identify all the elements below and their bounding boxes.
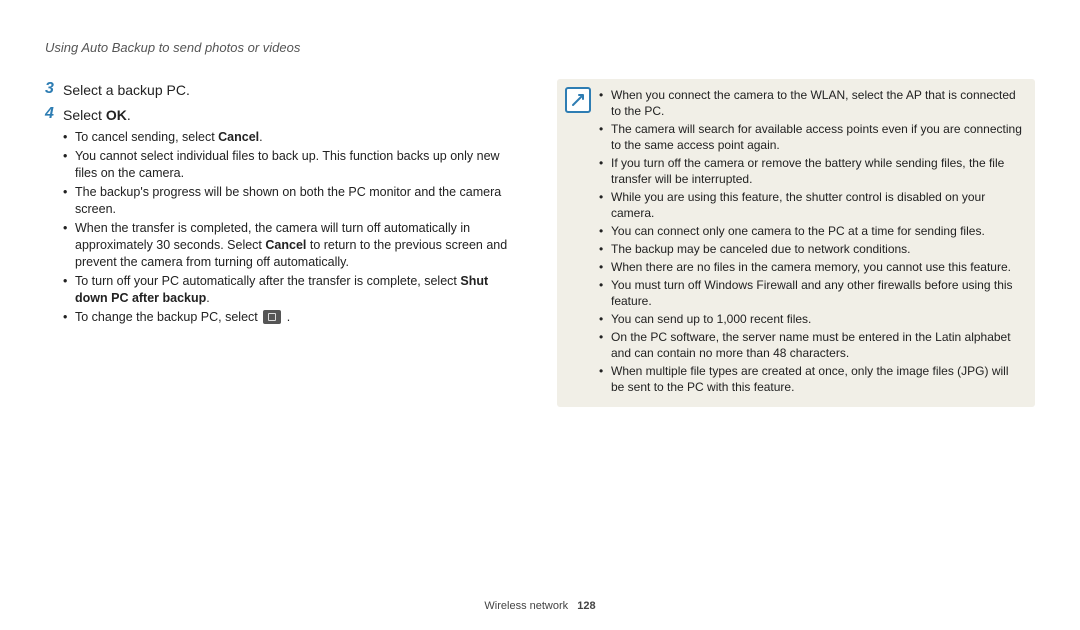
bullet-text: The backup's progress will be shown on b… [75, 185, 501, 216]
note-item: You can connect only one camera to the P… [599, 223, 1023, 239]
note-item: You must turn off Windows Firewall and a… [599, 277, 1023, 309]
bullet: When the transfer is completed, the came… [63, 220, 523, 271]
footer-section: Wireless network [484, 600, 568, 612]
bullet-text: You cannot select individual files to ba… [75, 149, 500, 180]
step-3: 3 Select a backup PC. [45, 79, 523, 100]
bullet-bold: Cancel [218, 130, 259, 144]
note-item: When you connect the camera to the WLAN,… [599, 87, 1023, 119]
section-heading: Using Auto Backup to send photos or vide… [45, 40, 1035, 55]
note-box: When you connect the camera to the WLAN,… [557, 79, 1035, 407]
left-column: 3 Select a backup PC. 4 Select OK. To ca… [45, 79, 529, 407]
bullet: The backup's progress will be shown on b… [63, 184, 523, 218]
bullet-bold: Cancel [265, 238, 306, 252]
note-item: The camera will search for available acc… [599, 121, 1023, 153]
bullet: To cancel sending, select Cancel. [63, 129, 523, 146]
note-item: If you turn off the camera or remove the… [599, 155, 1023, 187]
bullet-tail: . [283, 310, 290, 324]
bullet-tail: . [206, 291, 209, 305]
step-4: 4 Select OK. [45, 104, 523, 125]
step-text-suffix: . [127, 107, 131, 123]
bullet: To turn off your PC automatically after … [63, 273, 523, 307]
step-text: Select a backup PC. [63, 79, 523, 100]
page-footer: Wireless network 128 [0, 600, 1080, 612]
note-item: When multiple file types are created at … [599, 363, 1023, 395]
display-icon [263, 310, 281, 324]
bullet-tail: . [259, 130, 262, 144]
step-number: 3 [45, 79, 63, 99]
note-item: The backup may be canceled due to networ… [599, 241, 1023, 257]
bullet-text: To turn off your PC automatically after … [75, 274, 460, 288]
step-number: 4 [45, 104, 63, 124]
step-text-prefix: Select [63, 107, 106, 123]
note-item: On the PC software, the server name must… [599, 329, 1023, 361]
bullet-text: To cancel sending, select [75, 130, 218, 144]
manual-page: Using Auto Backup to send photos or vide… [0, 0, 1080, 630]
step-text: Select OK. [63, 104, 523, 125]
bullet-text: To change the backup PC, select [75, 310, 261, 324]
note-list: When you connect the camera to the WLAN,… [599, 87, 1023, 395]
sub-bullets: To cancel sending, select Cancel. You ca… [63, 129, 523, 326]
step-bold: OK [106, 107, 127, 123]
footer-page-number: 128 [577, 600, 595, 612]
bullet: You cannot select individual files to ba… [63, 148, 523, 182]
right-column: When you connect the camera to the WLAN,… [557, 79, 1035, 407]
note-icon [565, 87, 591, 113]
two-column-layout: 3 Select a backup PC. 4 Select OK. To ca… [45, 79, 1035, 407]
note-item: While you are using this feature, the sh… [599, 189, 1023, 221]
note-item: When there are no files in the camera me… [599, 259, 1023, 275]
bullet: To change the backup PC, select . [63, 309, 523, 326]
note-item: You can send up to 1,000 recent files. [599, 311, 1023, 327]
